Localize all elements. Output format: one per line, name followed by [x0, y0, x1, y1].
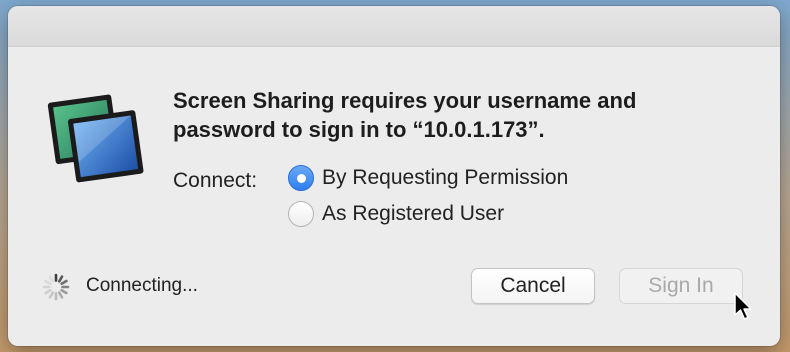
cancel-button[interactable]: Cancel: [471, 268, 595, 304]
screen-sharing-app-icon: [46, 88, 146, 188]
radio-unselected-icon[interactable]: [288, 201, 314, 227]
dialog-message: Screen Sharing requires your username an…: [173, 88, 637, 142]
mouse-pointer-icon: [733, 291, 753, 321]
sign-in-dialog: Screen Sharing requires your username an…: [8, 6, 780, 346]
sign-in-button[interactable]: Sign In: [619, 268, 743, 304]
spinner-icon: [41, 272, 71, 302]
radio-by-requesting-permission[interactable]: By Requesting Permission: [288, 165, 568, 191]
dialog-titlebar: [8, 6, 780, 47]
connecting-status: Connecting...: [86, 275, 198, 296]
radio-label-requesting-permission: By Requesting Permission: [322, 166, 569, 189]
radio-label-registered-user: As Registered User: [322, 202, 505, 225]
connect-label: Connect:: [173, 169, 258, 192]
radio-as-registered-user[interactable]: As Registered User: [288, 201, 504, 227]
radio-selected-icon[interactable]: [288, 165, 314, 191]
